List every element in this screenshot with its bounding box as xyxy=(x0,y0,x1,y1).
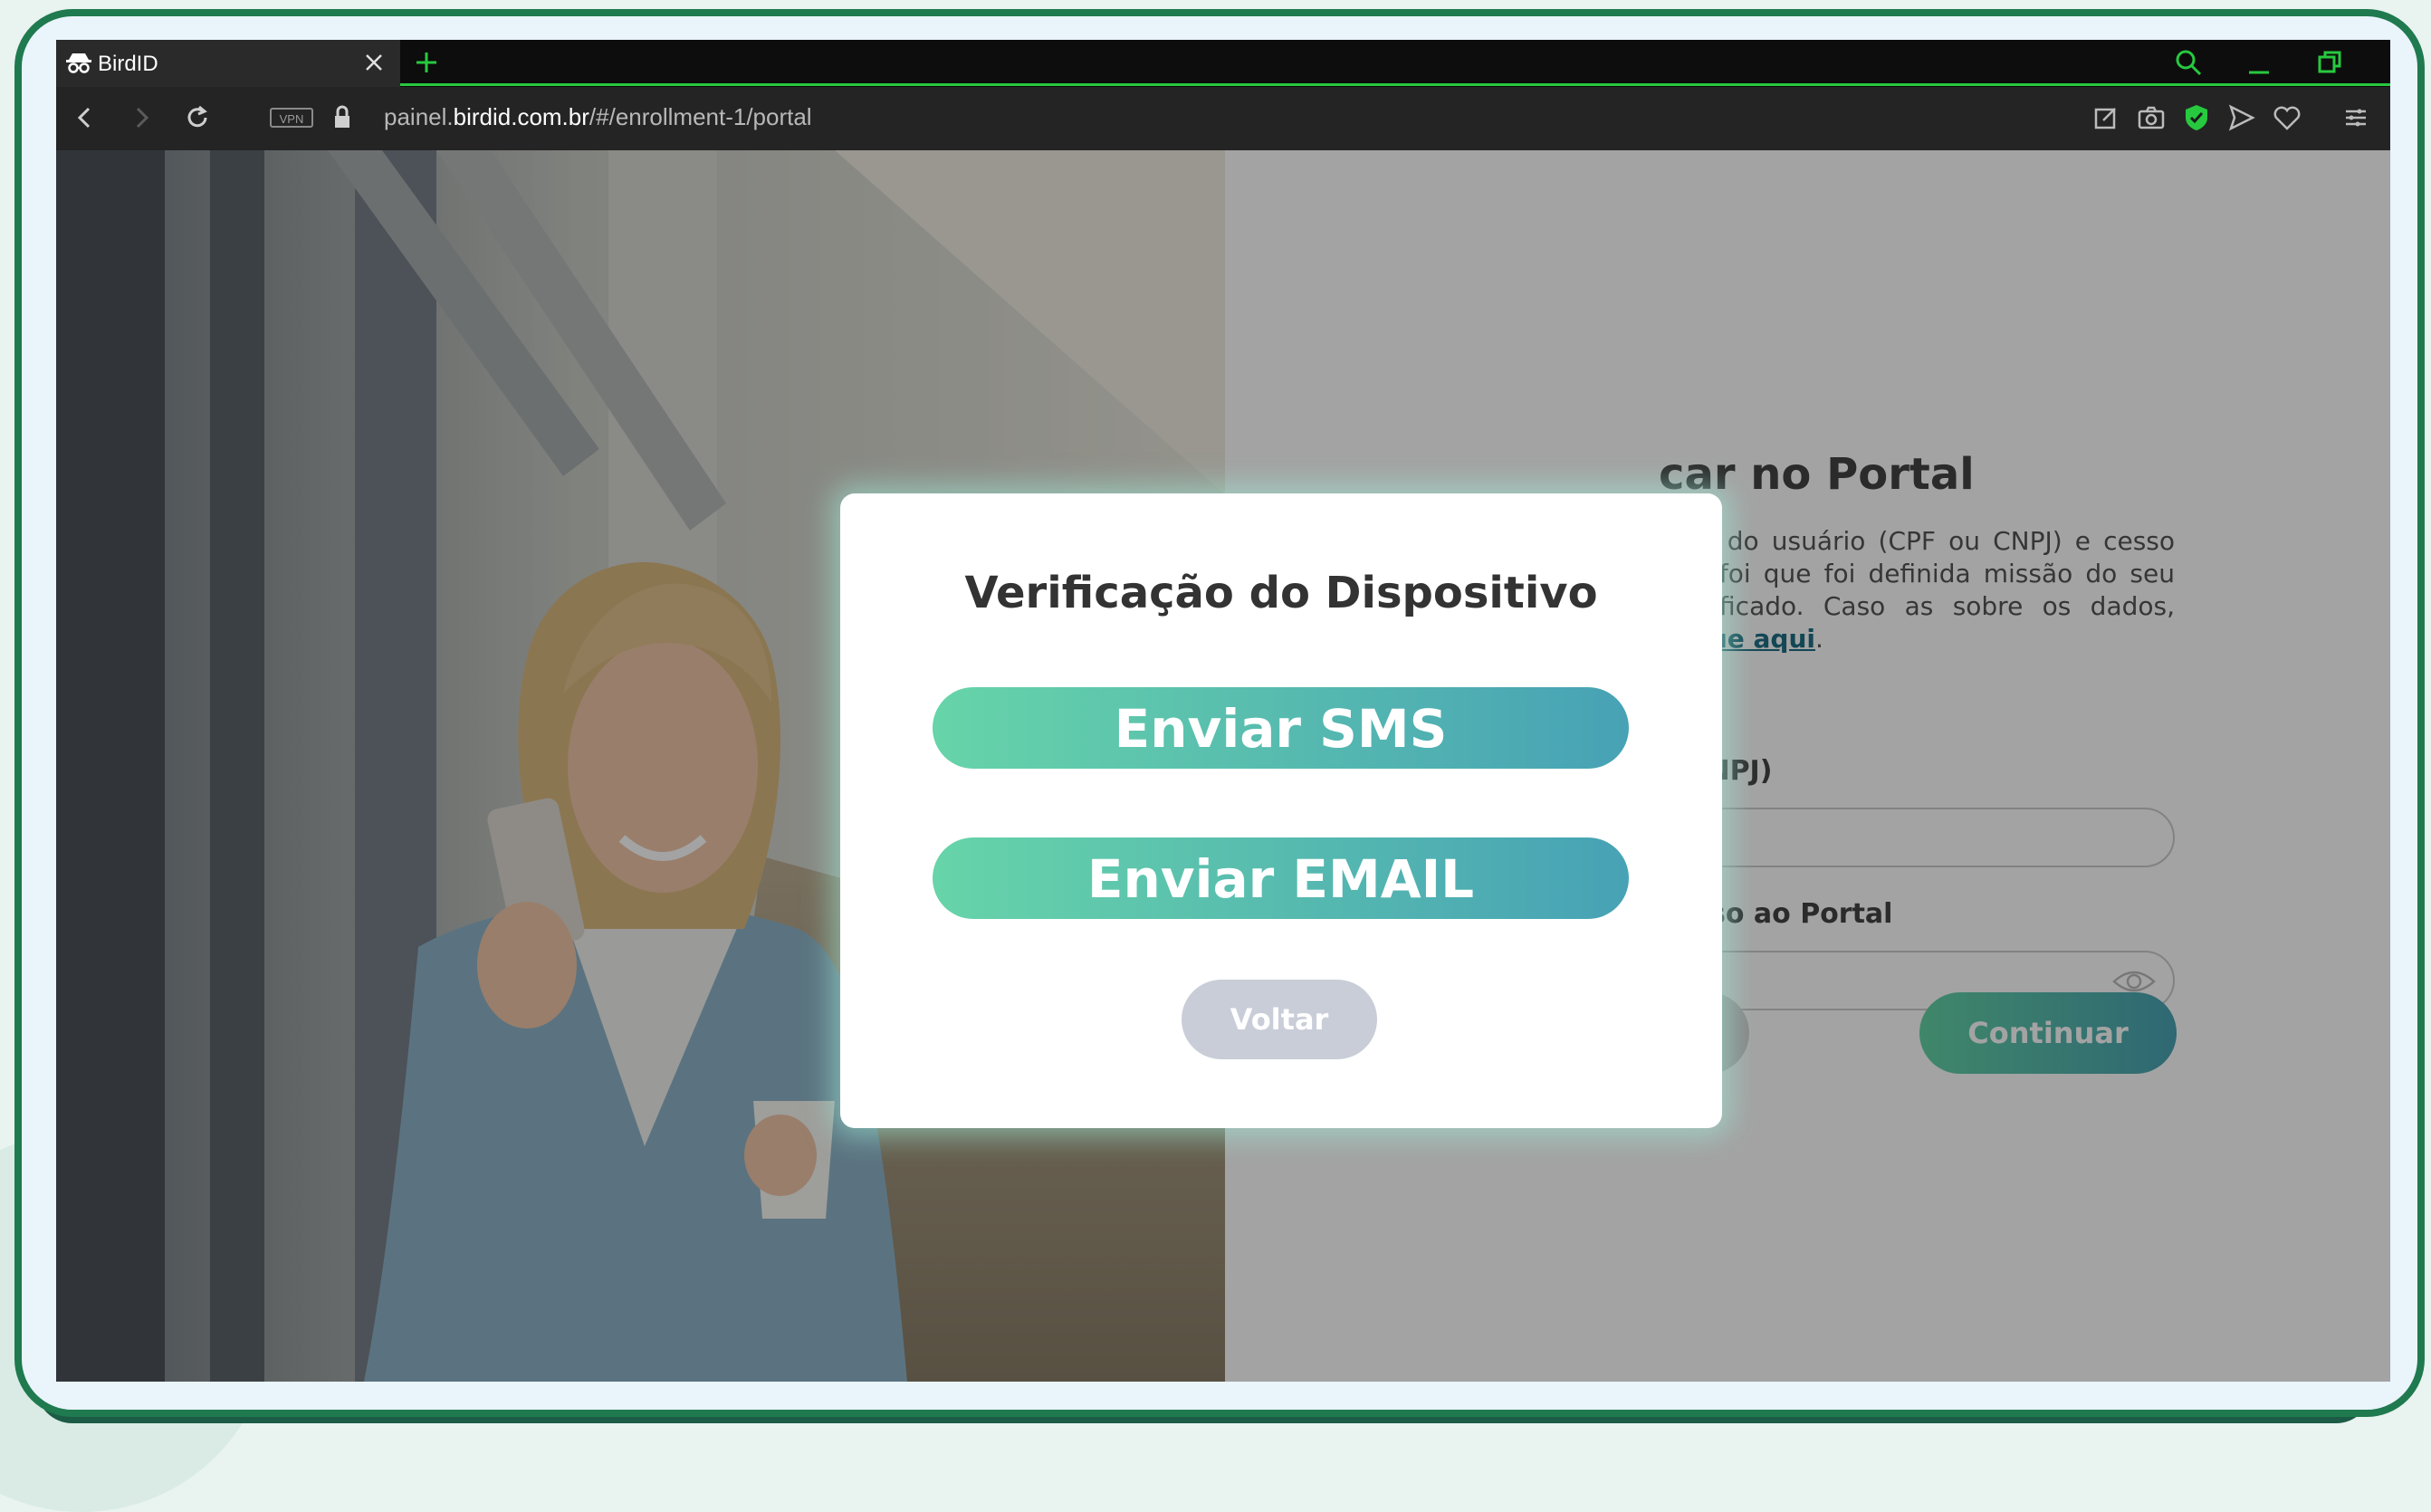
shield-icon[interactable] xyxy=(2180,101,2213,134)
search-icon[interactable] xyxy=(2173,47,2204,78)
address-toolbar: VPN painel.birdid.com.br/#/enrollment-1/… xyxy=(56,87,2390,150)
back-button[interactable]: Voltar xyxy=(1182,980,1377,1059)
send-email-button[interactable]: Enviar EMAIL xyxy=(933,837,1629,919)
url-prefix: painel. xyxy=(384,103,454,130)
close-icon[interactable] xyxy=(360,49,388,76)
restore-icon[interactable] xyxy=(2314,47,2345,78)
address-bar[interactable]: painel.birdid.com.br/#/enrollment-1/port… xyxy=(384,103,812,131)
device-verification-modal: Verificação do Dispositivo Enviar SMS En… xyxy=(840,493,1722,1128)
modal-title: Verificação do Dispositivo xyxy=(964,568,1598,618)
send-icon[interactable] xyxy=(2225,101,2258,134)
url-domain: birdid.com.br xyxy=(453,103,589,130)
minimize-icon[interactable] xyxy=(2244,47,2274,78)
camera-icon[interactable] xyxy=(2135,101,2168,134)
page-content: car no Portal ome do usuário (CPF ou CNP… xyxy=(56,150,2390,1382)
browser-tab[interactable]: BirdID xyxy=(56,40,400,87)
plus-icon[interactable] xyxy=(411,47,442,78)
edit-icon[interactable] xyxy=(2090,101,2122,134)
tab-bar: BirdID xyxy=(56,40,2390,87)
menu-icon[interactable] xyxy=(2340,101,2372,134)
back-icon[interactable] xyxy=(69,101,101,134)
browser-window: BirdID VPN painel.birdid.com.br/#/enroll… xyxy=(56,40,2390,1382)
send-sms-button[interactable]: Enviar SMS xyxy=(933,687,1629,769)
heart-icon[interactable] xyxy=(2271,101,2303,134)
close-icon[interactable] xyxy=(2385,47,2390,78)
lock-icon[interactable] xyxy=(326,101,359,134)
vpn-badge[interactable]: VPN xyxy=(270,108,313,128)
reload-icon[interactable] xyxy=(181,101,214,134)
forward-icon[interactable] xyxy=(125,101,158,134)
url-path: /#/enrollment-1/portal xyxy=(589,103,812,130)
tab-accent-line xyxy=(400,83,2390,86)
tab-title: BirdID xyxy=(98,52,158,76)
incognito-icon xyxy=(66,53,91,73)
